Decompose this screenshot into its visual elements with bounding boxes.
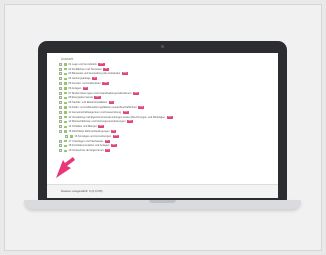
row-checkbox[interactable] [59,72,62,76]
row-label: 12 Verwaltung und Eigentümerversammlunge… [68,115,166,119]
count-badge: 000 [110,144,118,148]
count-badge: 00 [92,77,98,81]
row-label: 08 Energiekennwerte [68,96,93,100]
count-badge: 000 [138,106,145,110]
tree-header: Auswahl [61,57,74,61]
row-checkbox[interactable] [59,120,62,124]
row-label: 19 Verzeichnis der Eigentümer [68,149,104,153]
folder-icon [63,149,67,152]
row-checkbox[interactable] [59,91,62,95]
count-badge: 00 [82,86,88,90]
laptop-notch [149,200,176,203]
row-label: 15 Rechtliche Rahmenbedingungen [68,130,110,134]
count-badge: 000 [121,72,128,76]
folder-icon [63,106,67,109]
count-badge: 000 [98,125,105,129]
status-text: Dateien ausgewählt: 0 (0,0 KB) [61,189,103,193]
row-label: 17 Unterlagen und Nachweise [68,139,104,143]
row-checkbox[interactable] [59,106,62,110]
row-checkbox[interactable] [59,139,62,143]
row-checkbox[interactable] [59,110,62,114]
row-label: 11 Gemeinschaftseigentum und Hausordnung [68,110,122,114]
folder-icon [63,87,67,90]
row-checkbox[interactable] [59,62,62,66]
folder-icon [63,115,67,119]
row-checkbox[interactable] [59,82,62,86]
row-label: 05 Fenster- und Außentüren [68,82,101,86]
count-badge: 00 [105,149,111,153]
row-label: 06 Anlagen [68,86,82,90]
folder-icon [63,91,67,95]
row-checkbox[interactable] [59,115,62,119]
row-checkbox[interactable] [59,149,62,153]
row-label: 03 Bauweise und Ausstattung des Gebäudes [68,72,121,76]
folder-tree: 01 Lage und Grundstück 000 02 Freiflächen … [59,62,271,153]
row-label: 02 Freiflächen und Terrassen [68,67,102,71]
row-label: 14 Schäden und Mängel [68,125,97,129]
folder-icon [63,139,67,143]
row-checkbox[interactable] [59,130,62,134]
row-checkbox[interactable] [59,125,62,129]
folder-icon [63,77,67,80]
row-checkbox[interactable] [59,67,62,71]
row-checkbox[interactable] [59,101,62,105]
row-checkbox[interactable] [59,96,62,100]
count-badge: 000 [166,115,173,119]
count-badge: 00 [103,67,109,71]
count-badge: 000 [132,91,140,95]
folder-icon [69,135,73,138]
tree-row[interactable]: 19 Verzeichnis der Eigentümer 00 [59,148,271,153]
laptop-base [24,200,301,209]
folder-icon [63,63,67,66]
folder-icon [63,144,67,148]
folder-icon [63,101,67,104]
laptop: Auswahl 01 Lage und Grundstück 000 02 Frei… [38,41,287,201]
folder-icon [63,72,67,76]
count-badge: 000 [94,96,101,100]
count-badge: 00 [111,130,117,134]
folder-icon [63,96,67,100]
row-label: 18 Fotodokumentation und Anlagen [68,144,110,148]
count-badge: 000 [122,110,129,114]
folder-icon [63,82,67,85]
row-checkbox[interactable] [65,134,68,138]
laptop-screen: Auswahl 01 Lage und Grundstück 000 02 Frei… [47,53,278,198]
status-bar: Dateien ausgewählt: 0 (0,0 KB) [47,184,278,198]
row-checkbox[interactable] [59,77,62,81]
row-label: 04 Heizungsanlage [68,77,91,81]
row-label: 07 Modernisierungen und Instandhaltungsm… [68,91,132,95]
row-label: 10 Keller- und Aufbewahrungsflächen sowi… [68,106,137,110]
count-badge: 000 [126,120,134,124]
row-label: 16 Sonstiges und Anmerkungen [74,134,112,138]
folder-icon [63,120,67,124]
folder-icon [63,68,67,71]
count-badge: 000 [98,62,105,66]
row-label: 01 Lage und Grundstück [68,62,97,66]
camera-icon [161,45,164,48]
row-label: 09 Sanitär- und Elektroinstallation [68,101,108,105]
count-badge: 000 [102,82,109,86]
row-checkbox[interactable] [59,86,62,90]
folder-icon [63,111,67,114]
count-badge: 00 [104,139,110,143]
count-badge: 00 [108,101,114,105]
folder-icon [63,130,67,133]
count-badge: 000 [112,134,119,138]
row-label: 13 Mietverhältnisse und Nutzungsvereinba… [68,120,126,124]
row-checkbox[interactable] [59,144,62,148]
folder-icon [63,125,67,128]
